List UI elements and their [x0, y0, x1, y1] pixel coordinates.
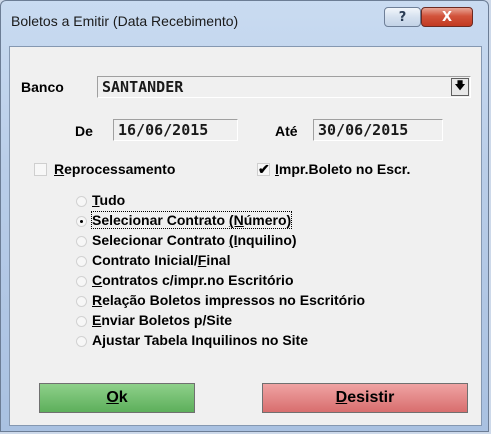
option-label[interactable]: Contrato Inicial/Final: [92, 252, 230, 268]
title-bar[interactable]: Boletos a Emitir (Data Recebimento) ? X: [1, 1, 488, 45]
impr-boleto-label[interactable]: Impr.Boleto no Escr.: [275, 161, 410, 177]
option-radio[interactable]: [76, 276, 87, 287]
date-from-value: 16/06/2015: [118, 121, 209, 139]
option-radio[interactable]: [76, 196, 87, 207]
ok-text: k: [118, 389, 128, 406]
help-icon: ?: [398, 10, 407, 25]
option-text-post: nquilino): [237, 232, 297, 248]
option-label[interactable]: Tudo: [92, 192, 125, 208]
option-text-accel: (N: [228, 212, 244, 228]
impr-boleto-text: mpr.Boleto no Escr.: [278, 161, 411, 177]
dropdown-arrow-icon[interactable]: 🡇: [451, 78, 469, 96]
help-button[interactable]: ?: [384, 7, 421, 27]
dialog-body: Banco SANTANDER 🡇 De 16/06/2015 Até 30/0…: [9, 46, 482, 426]
reprocessamento-checkbox[interactable]: [34, 163, 47, 176]
close-button[interactable]: X: [421, 7, 473, 27]
option-text-post: inal: [206, 252, 231, 268]
option-radio[interactable]: [76, 336, 87, 347]
date-from-label: De: [75, 123, 93, 139]
option-label[interactable]: Contratos c/impr.no Escritório: [92, 272, 294, 288]
ok-accel: O: [106, 389, 119, 406]
option-text-post: úmero): [243, 212, 292, 228]
checkmark-icon: ✔: [258, 161, 270, 177]
option-label[interactable]: Relação Boletos impressos no Escritório: [92, 292, 365, 308]
date-to-label: Até: [275, 123, 298, 139]
option-text-pre: Selecionar Contrato: [92, 232, 229, 248]
reprocessamento-text: eprocessamento: [64, 161, 176, 177]
option-radio[interactable]: [76, 256, 87, 267]
option-label[interactable]: Selecionar Contrato (Inquilino): [92, 232, 297, 248]
option-label[interactable]: Ajustar Tabela Inquilinos no Site: [92, 332, 308, 348]
option-text-post: elação Boletos impressos no Escritório: [102, 292, 366, 308]
option-radio[interactable]: [76, 316, 87, 327]
desistir-text: esistir: [347, 389, 395, 406]
ok-button[interactable]: Ok: [39, 383, 195, 413]
reprocessamento-label[interactable]: Reprocessamento: [54, 161, 175, 177]
option-label[interactable]: Enviar Boletos p/Site: [92, 312, 232, 328]
option-text-post: ontratos c/impr.no Escritório: [102, 272, 294, 288]
option-label[interactable]: Selecionar Contrato (Número): [90, 211, 293, 229]
option-text-post: Ajustar Tabela Inquilinos no Site: [92, 332, 308, 348]
date-to-value: 30/06/2015: [318, 121, 409, 139]
desistir-accel: D: [335, 389, 348, 406]
option-radio[interactable]: [76, 296, 87, 307]
option-text-post: nviar Boletos p/Site: [101, 312, 233, 328]
close-icon: X: [441, 10, 453, 25]
option-text-pre: Contrato Inicial/: [92, 252, 198, 268]
dialog-window: Boletos a Emitir (Data Recebimento) ? X …: [0, 0, 489, 432]
option-text-pre: Selecionar Contrato: [92, 212, 229, 228]
reprocessamento-accel: R: [54, 161, 65, 177]
option-text-accel: T: [92, 192, 100, 208]
option-text-accel: R: [92, 292, 103, 308]
option-text-accel: C: [92, 272, 103, 288]
option-text-accel: E: [92, 312, 102, 328]
desistir-button[interactable]: Desistir: [262, 383, 468, 413]
window-title: Boletos a Emitir (Data Recebimento): [11, 13, 239, 29]
banco-value: SANTANDER: [102, 78, 184, 96]
option-radio[interactable]: [76, 236, 87, 247]
banco-label: Banco: [21, 79, 64, 95]
option-radio[interactable]: [76, 216, 87, 227]
option-text-post: udo: [99, 192, 126, 208]
